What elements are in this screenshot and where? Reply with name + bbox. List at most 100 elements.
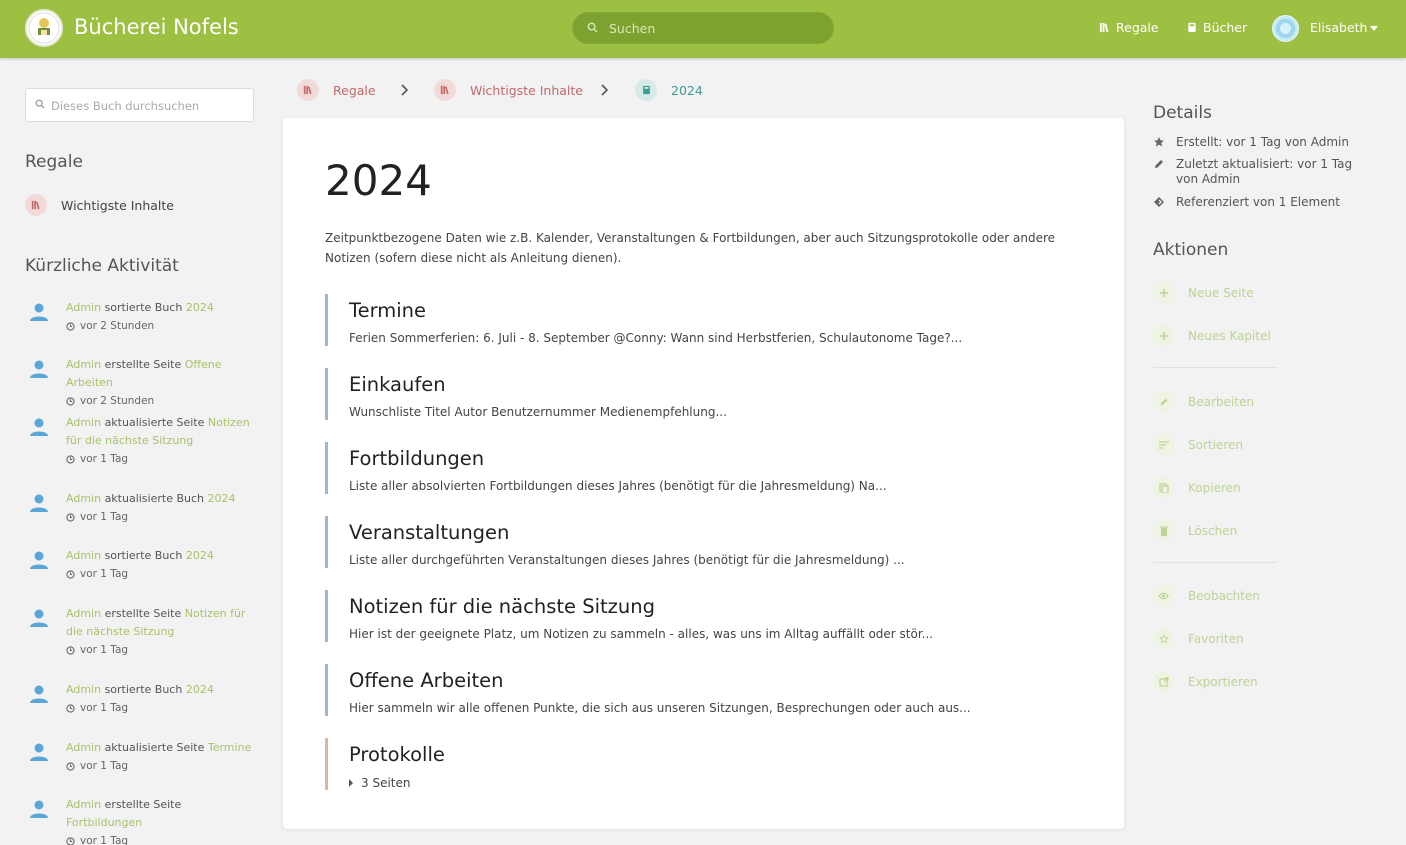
user-icon xyxy=(30,685,48,703)
page-entry-notizen[interactable]: Notizen für die nächste Sitzung Hier ist… xyxy=(325,590,1085,642)
clock-icon xyxy=(66,836,75,845)
details-heading: Details xyxy=(1153,103,1212,123)
action-favorite[interactable]: Favoriten xyxy=(1153,628,1244,649)
activity-item: Admin erstellte Seite Notizen für die nä… xyxy=(25,605,260,659)
top-header: Bücherei Nofels Suchen Regale Bücher Eli… xyxy=(0,0,1406,58)
star-icon xyxy=(1154,137,1164,147)
page-title[interactable]: Termine xyxy=(349,298,1085,324)
shelves-heading: Regale xyxy=(25,152,83,172)
activity-time: vor 1 Tag xyxy=(80,453,129,465)
activity-user-link[interactable]: Admin xyxy=(66,741,101,754)
activity-user-link[interactable]: Admin xyxy=(66,607,101,620)
book-content-card: 2024 Zeitpunktbezogene Daten wie z.B. Ka… xyxy=(283,118,1124,829)
activity-user-link[interactable]: Admin xyxy=(66,301,101,314)
activity-user-link[interactable]: Admin xyxy=(66,549,101,562)
action-label: Exportieren xyxy=(1188,674,1258,689)
detail-references[interactable]: Referenziert von 1 Element xyxy=(1153,195,1373,210)
user-icon xyxy=(30,303,48,321)
breadcrumb-shelves[interactable]: Regale xyxy=(297,79,376,101)
page-entry-fortbildungen[interactable]: Fortbildungen Liste aller absolvierten F… xyxy=(325,442,1085,494)
action-edit[interactable]: Bearbeiten xyxy=(1153,391,1254,412)
page-excerpt: Ferien Sommerferien: 6. Juli - 8. Septem… xyxy=(349,331,963,345)
page-entry-termine[interactable]: Termine Ferien Sommerferien: 6. Juli - 8… xyxy=(325,294,1085,346)
activity-action: aktualisierte Seite xyxy=(104,741,205,754)
sort-icon xyxy=(1153,434,1174,455)
page-title[interactable]: Fortbildungen xyxy=(349,446,1085,472)
activity-user-link[interactable]: Admin xyxy=(66,492,101,505)
activity-target-link[interactable]: 2024 xyxy=(186,683,214,696)
page-title[interactable]: Notizen für die nächste Sitzung xyxy=(349,594,1085,620)
action-delete[interactable]: Löschen xyxy=(1153,520,1237,541)
pencil-icon xyxy=(1155,160,1163,168)
user-avatar[interactable] xyxy=(1272,15,1299,42)
nav-books-link[interactable]: Bücher xyxy=(1187,20,1247,35)
activity-target-link[interactable]: 2024 xyxy=(208,492,236,505)
copy-icon xyxy=(1153,477,1174,498)
clock-icon xyxy=(66,569,75,579)
user-icon xyxy=(30,360,48,378)
activity-user-link[interactable]: Admin xyxy=(66,358,101,371)
page-title[interactable]: Einkaufen xyxy=(349,372,1085,398)
activity-action: erstellte Seite xyxy=(104,798,182,811)
book-search-input[interactable]: Dieses Buch durchsuchen xyxy=(25,88,254,122)
activity-item: Admin sortierte Buch 2024 vor 1 Tag xyxy=(25,681,260,717)
chevron-down-icon[interactable] xyxy=(1370,26,1378,31)
action-copy[interactable]: Kopieren xyxy=(1153,477,1241,498)
activity-user-link[interactable]: Admin xyxy=(66,683,101,696)
action-new-chapter[interactable]: Neues Kapitel xyxy=(1153,325,1271,346)
chapter-title[interactable]: Protokolle xyxy=(349,742,1085,768)
chevron-right-icon xyxy=(601,84,608,96)
page-excerpt: Liste aller absolvierten Fortbildungen d… xyxy=(349,479,887,493)
action-label: Löschen xyxy=(1188,523,1238,538)
activity-user-link[interactable]: Admin xyxy=(66,798,101,811)
book-description: Zeitpunktbezogene Daten wie z.B. Kalende… xyxy=(325,231,1056,265)
detail-text: Zuletzt aktualisiert: vor 1 Tag von Admi… xyxy=(1176,157,1353,186)
breadcrumb-shelf[interactable]: Wichtigste Inhalte xyxy=(434,79,583,101)
page-title[interactable]: Veranstaltungen xyxy=(349,520,1085,546)
detail-text: Erstellt: vor 1 Tag von Admin xyxy=(1176,135,1349,149)
activity-target-link[interactable]: Termine xyxy=(208,741,251,754)
breadcrumb-book[interactable]: 2024 xyxy=(635,79,703,101)
activity-target-link[interactable]: 2024 xyxy=(186,549,214,562)
site-logo[interactable] xyxy=(25,9,63,47)
page-excerpt: Hier sammeln wir alle offenen Punkte, di… xyxy=(349,701,971,715)
eye-icon xyxy=(1153,585,1174,606)
action-export[interactable]: Exportieren xyxy=(1153,671,1258,692)
caret-right-icon xyxy=(349,779,353,787)
site-name[interactable]: Bücherei Nofels xyxy=(74,15,239,39)
activity-user-link[interactable]: Admin xyxy=(66,416,101,429)
activity-target-link[interactable]: Fortbildungen xyxy=(66,816,142,829)
action-sort[interactable]: Sortieren xyxy=(1153,434,1243,455)
action-label: Sortieren xyxy=(1188,437,1243,452)
action-label: Neues Kapitel xyxy=(1188,328,1271,343)
export-icon xyxy=(1153,671,1174,692)
activity-action: aktualisierte Buch xyxy=(104,492,205,505)
page-entry-einkaufen[interactable]: Einkaufen Wunschliste Titel Autor Benutz… xyxy=(325,368,1085,420)
chapter-pages-toggle[interactable]: 3 Seiten xyxy=(349,776,1085,790)
book-icon xyxy=(635,79,657,101)
activity-action: sortierte Buch xyxy=(104,301,183,314)
activity-item: Admin erstellte Seite Offene Arbeiten vo… xyxy=(25,356,260,410)
user-icon xyxy=(30,551,48,569)
search-icon xyxy=(35,99,45,109)
detail-text: Referenziert von 1 Element xyxy=(1176,195,1340,209)
activity-time: vor 2 Stunden xyxy=(80,395,155,407)
chapter-entry-protokolle[interactable]: Protokolle 3 Seiten xyxy=(325,738,1085,790)
nav-shelves-link[interactable]: Regale xyxy=(1099,20,1159,35)
detail-created: Erstellt: vor 1 Tag von Admin xyxy=(1153,135,1373,150)
action-new-page[interactable]: Neue Seite xyxy=(1153,282,1254,303)
user-name[interactable]: Elisabeth xyxy=(1310,20,1367,35)
activity-action: aktualisierte Seite xyxy=(104,416,205,429)
activity-target-link[interactable]: 2024 xyxy=(186,301,214,314)
global-search-input[interactable]: Suchen xyxy=(572,12,834,44)
page-entry-veranstaltungen[interactable]: Veranstaltungen Liste aller durchgeführt… xyxy=(325,516,1085,568)
action-watch[interactable]: Beobachten xyxy=(1153,585,1260,606)
shelf-item-label: Wichtigste Inhalte xyxy=(61,197,174,213)
clock-icon xyxy=(66,396,75,406)
page-title[interactable]: Offene Arbeiten xyxy=(349,668,1085,694)
clock-icon xyxy=(66,321,75,331)
nav-books-label: Bücher xyxy=(1203,20,1248,35)
shelf-item-wichtigste-inhalte[interactable]: Wichtigste Inhalte xyxy=(25,194,174,216)
page-entry-offene-arbeiten[interactable]: Offene Arbeiten Hier sammeln wir alle of… xyxy=(325,664,1085,716)
actions-divider xyxy=(1153,562,1277,563)
